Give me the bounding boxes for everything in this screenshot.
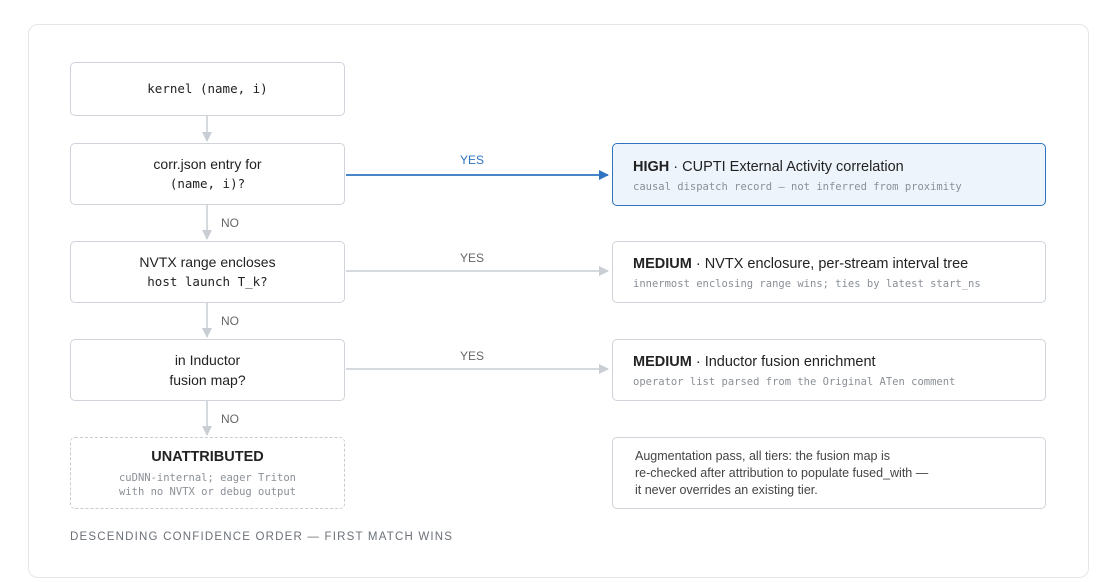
no-label-1: NO [221, 216, 239, 230]
unattributed-line2: with no NVTX or debug output [118, 486, 296, 498]
decision-corr-json-line1: corr.json entry for [153, 156, 262, 172]
decision-corr-json-line2: (name, i)? [169, 176, 246, 191]
tier-separator: · [669, 158, 683, 175]
result-medium-nvtx: MEDIUM · NVTX enclosure, per-stream inte… [612, 241, 1046, 303]
augmentation-note-line1: Augmentation pass, all tiers: the fusion… [635, 448, 890, 463]
yes-label-nvtx: YES [460, 251, 485, 265]
augmentation-note: Augmentation pass, all tiers: the fusion… [612, 437, 1046, 509]
no-label-2: NO [221, 314, 239, 328]
tier-high-badge: HIGH [633, 158, 670, 175]
result-medium-nvtx-label: NVTX enclosure, per-stream interval tree [704, 256, 969, 272]
augmentation-note-line3: it never overrides an existing tier. [635, 482, 818, 497]
tier-medium-badge: MEDIUM [633, 256, 692, 272]
result-medium-inductor-sub: operator list parsed from the Original A… [633, 376, 956, 388]
decision-inductor-fusion-line2: fusion map? [169, 372, 246, 388]
tier-separator: · [691, 354, 705, 370]
decision-corr-json: corr.json entry for (name, i)? [70, 143, 345, 205]
start-kernel-box: kernel (name, i) [70, 62, 345, 116]
unattributed-title: UNATTRIBUTED [151, 449, 264, 465]
yes-label-high: YES [460, 153, 485, 167]
tier-separator: · [691, 256, 705, 272]
augmentation-note-line2: re-checked after attribution to populate… [635, 465, 929, 480]
decision-nvtx-range-line1: NVTX range encloses [139, 254, 276, 270]
tier-medium-badge: MEDIUM [633, 354, 692, 370]
no-label-3: NO [221, 412, 239, 426]
unattributed-line1: cuDNN-internal; eager Triton [118, 472, 296, 484]
decision-inductor-fusion-line1: in Inductor [174, 352, 241, 368]
decision-nvtx-range: NVTX range encloses host launch T_k? [70, 241, 345, 303]
decision-nvtx-range-line2: host launch T_k? [147, 274, 268, 289]
yes-label-inductor: YES [460, 349, 485, 363]
decision-inductor-fusion: in Inductor fusion map? [70, 339, 345, 401]
result-medium-inductor-title: MEDIUM · Inductor fusion enrichment [633, 352, 1025, 372]
result-high-sub: causal dispatch record — not inferred fr… [633, 180, 962, 193]
result-high-label: CUPTI External Activity correlation [682, 158, 904, 175]
result-high-cupti: HIGH · CUPTI External Activity correlati… [612, 143, 1046, 206]
result-medium-nvtx-sub: innermost enclosing range wins; ties by … [633, 278, 981, 290]
result-high-title: HIGH · CUPTI External Activity correlati… [633, 157, 1025, 177]
start-kernel-label: kernel (name, i) [147, 81, 268, 96]
result-medium-inductor-label: Inductor fusion enrichment [704, 354, 876, 370]
result-medium-nvtx-title: MEDIUM · NVTX enclosure, per-stream inte… [633, 254, 1025, 274]
footer-caption: DESCENDING CONFIDENCE ORDER — FIRST MATC… [70, 531, 454, 543]
unattributed-box: UNATTRIBUTED cuDNN-internal; eager Trito… [70, 437, 345, 509]
result-medium-inductor: MEDIUM · Inductor fusion enrichment oper… [612, 339, 1046, 401]
